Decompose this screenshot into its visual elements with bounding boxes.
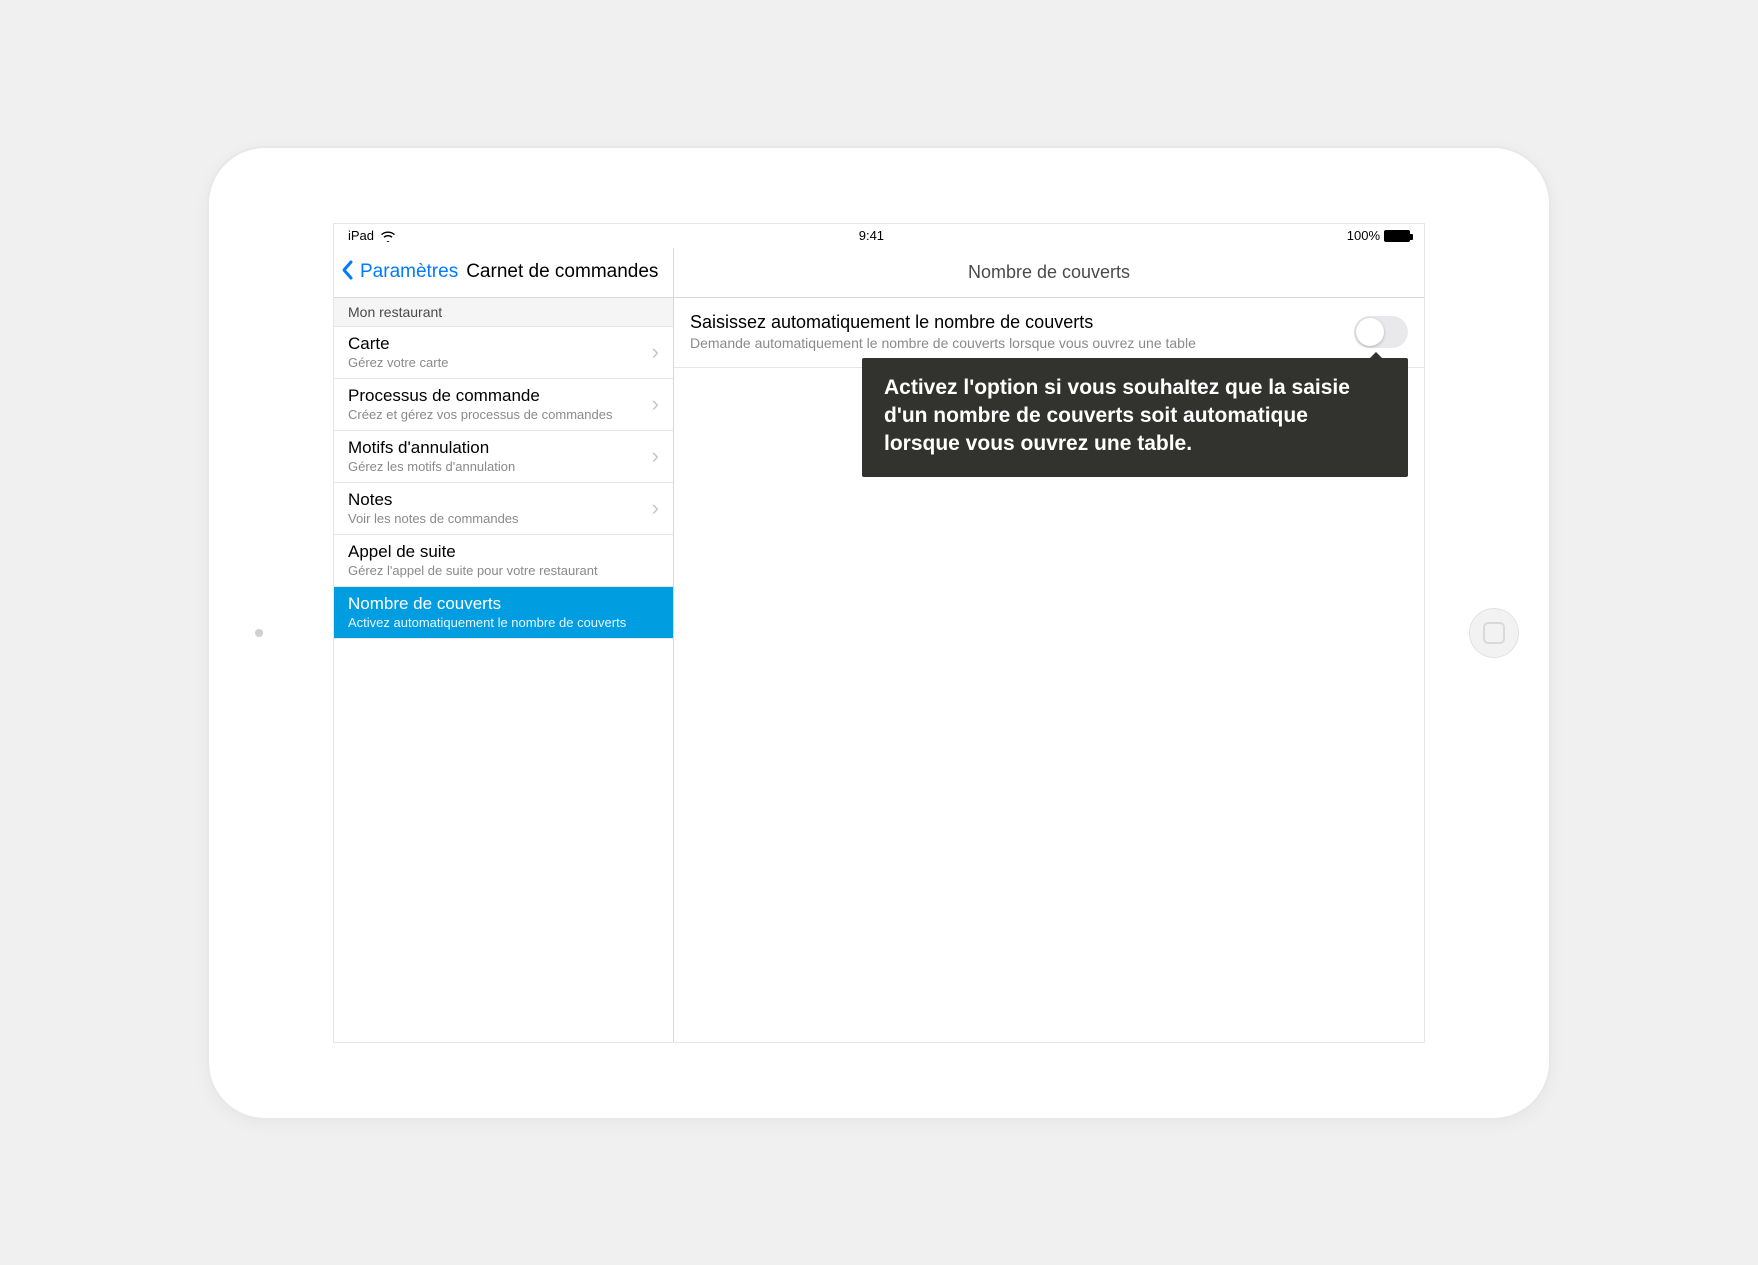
sidebar-item-notes[interactable]: Notes Voir les notes de commandes ›: [334, 483, 673, 535]
row-subtitle: Gérez l'appel de suite pour votre restau…: [348, 563, 598, 578]
chevron-right-icon: ›: [652, 339, 659, 365]
setting-title: Saisissez automatiquement le nombre de c…: [690, 312, 1196, 333]
chevron-right-icon: ›: [652, 391, 659, 417]
row-title: Processus de commande: [348, 386, 612, 406]
nav-left: Paramètres Carnet de commandes: [334, 248, 674, 297]
row-subtitle: Voir les notes de commandes: [348, 511, 519, 526]
ipad-frame: iPad 9:41 100% Pa: [209, 148, 1549, 1118]
detail-pane: Saisissez automatiquement le nombre de c…: [674, 298, 1424, 1042]
battery-percent: 100%: [1347, 228, 1380, 243]
nav-left-title: Carnet de commandes: [466, 261, 658, 283]
section-header: Mon restaurant: [334, 298, 673, 327]
sidebar-item-appel[interactable]: Appel de suite Gérez l'appel de suite po…: [334, 535, 673, 587]
screen: iPad 9:41 100% Pa: [333, 223, 1425, 1043]
status-right: 100%: [1347, 228, 1410, 243]
device-label: iPad: [348, 228, 374, 243]
content: Mon restaurant Carte Gérez votre carte ›…: [334, 298, 1424, 1042]
nav-bar: Paramètres Carnet de commandes Nombre de…: [334, 248, 1424, 298]
row-subtitle: Gérez votre carte: [348, 355, 448, 370]
row-title: Carte: [348, 334, 448, 354]
back-chevron-icon[interactable]: [340, 258, 356, 287]
sidebar-item-carte[interactable]: Carte Gérez votre carte ›: [334, 327, 673, 379]
setting-subtitle: Demande automatiquement le nombre de cou…: [690, 335, 1196, 351]
battery-icon: [1384, 230, 1410, 242]
row-subtitle: Gérez les motifs d'annulation: [348, 459, 515, 474]
status-bar: iPad 9:41 100%: [334, 224, 1424, 248]
back-button[interactable]: Paramètres: [360, 261, 458, 283]
sidebar-item-motifs[interactable]: Motifs d'annulation Gérez les motifs d'a…: [334, 431, 673, 483]
row-title: Motifs d'annulation: [348, 438, 515, 458]
nav-right-title: Nombre de couverts: [674, 248, 1424, 297]
wifi-icon: [380, 230, 396, 242]
row-title: Nombre de couverts: [348, 594, 626, 614]
row-subtitle: Créez et gérez vos processus de commande…: [348, 407, 612, 422]
row-title: Appel de suite: [348, 542, 598, 562]
row-title: Notes: [348, 490, 519, 510]
sidebar-item-couverts[interactable]: Nombre de couverts Activez automatiqueme…: [334, 587, 673, 639]
sidebar: Mon restaurant Carte Gérez votre carte ›…: [334, 298, 674, 1042]
clock: 9:41: [859, 228, 884, 243]
row-subtitle: Activez automatiquement le nombre de cou…: [348, 615, 626, 630]
camera-dot: [255, 629, 263, 637]
tooltip-text: Activez l'option si vous souhaItez que l…: [884, 376, 1350, 456]
sidebar-item-processus[interactable]: Processus de commande Créez et gérez vos…: [334, 379, 673, 431]
chevron-right-icon: ›: [652, 443, 659, 469]
status-left: iPad: [348, 228, 396, 243]
home-button[interactable]: [1469, 608, 1519, 658]
chevron-right-icon: ›: [652, 495, 659, 521]
tooltip: Activez l'option si vous souhaItez que l…: [862, 358, 1408, 477]
